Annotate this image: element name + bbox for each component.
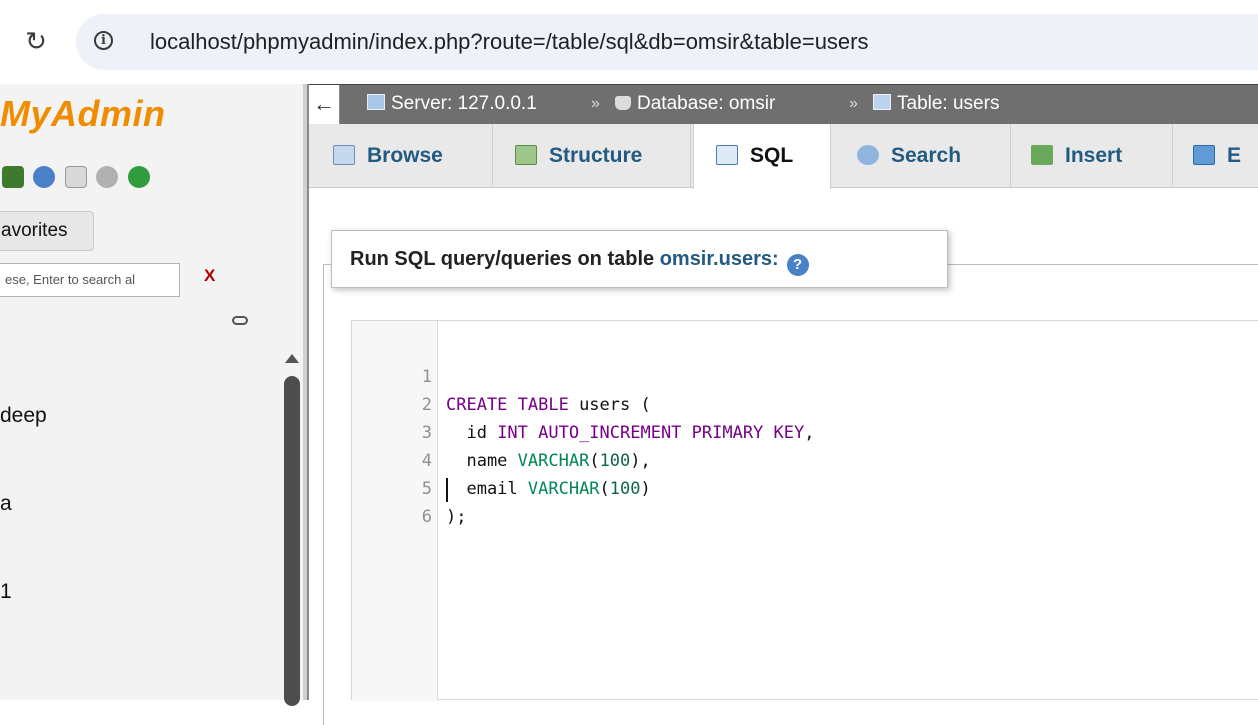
breadcrumb-table-label[interactable]: Table: users [897,93,999,114]
tab-label: SQL [750,144,794,167]
navigation-panel: MyAdmin avorites ese, Enter to search al… [0,84,303,706]
code-line[interactable]: 6 [352,475,1252,527]
breadcrumb-separator: » [849,95,858,112]
tab-label: Structure [549,144,643,167]
nav-icon-bar [2,166,155,190]
table-tabs: Browse Structure SQL Search Insert E [309,124,1258,189]
breadcrumb-server-label[interactable]: Server: 127.0.0.1 [391,93,537,114]
structure-icon [515,145,537,165]
database-item[interactable]: 1 [0,580,12,604]
scroll-up-arrow-icon[interactable] [285,354,299,363]
breadcrumb: ← Server: 127.0.0.1 » Database: omsir » … [309,84,1258,125]
export-icon [1193,145,1215,165]
sql-text: ); [446,507,467,527]
clear-filter-button[interactable]: X [204,266,215,286]
collapse-arrow-icon[interactable]: ← [309,85,340,125]
database-item[interactable]: deep [0,404,47,428]
tab-insert[interactable]: Insert [1011,124,1173,188]
breadcrumb-separator: » [591,95,600,112]
tab-sql[interactable]: SQL [693,124,831,189]
tab-search[interactable]: Search [831,124,1011,188]
tab-label: Insert [1065,144,1123,167]
main-content: ← Server: 127.0.0.1 » Database: omsir » … [309,84,1258,725]
tab-label: Search [891,144,962,167]
sql-icon [716,145,738,165]
tab-browse[interactable]: Browse [313,124,493,188]
code-line[interactable]: 5 ); [352,447,1252,527]
legend-text: Run SQL query/queries on table [350,248,660,270]
code-line[interactable]: 1 CREATE TABLE users ( [352,335,1252,415]
settings-icon[interactable] [96,166,119,188]
browser-toolbar: ↻ i localhost/phpmyadmin/index.php?route… [0,0,1258,84]
tab-export[interactable]: E [1173,124,1258,188]
docs-icon[interactable] [64,166,87,188]
breadcrumb-table[interactable]: Table: users [873,85,999,123]
site-info-icon[interactable]: i [94,31,113,50]
help-icon[interactable] [33,166,56,188]
sql-query-legend: Run SQL query/queries on table omsir.use… [331,230,948,288]
tab-label: E [1227,144,1242,167]
help-icon[interactable]: ? [786,254,809,276]
line-number: 6 [421,507,432,527]
home-icon[interactable] [2,166,24,188]
insert-icon [1031,145,1053,165]
url-text[interactable]: localhost/phpmyadmin/index.php?route=/ta… [150,28,869,56]
sql-editor[interactable]: 1 CREATE TABLE users ( 2 id INT AUTO_INC… [351,320,1258,701]
server-icon [367,94,385,110]
scrollbar-thumb[interactable] [284,376,300,706]
reload-nav-icon[interactable] [127,166,150,188]
breadcrumb-database[interactable]: Database: omsir [615,85,775,123]
search-icon [857,145,879,165]
link-icon[interactable] [232,316,248,325]
breadcrumb-server[interactable]: Server: 127.0.0.1 [367,85,537,123]
database-item[interactable]: a [0,492,12,516]
code-line[interactable]: 4 email VARCHAR(100) [352,419,1252,499]
phpmyadmin-logo[interactable]: MyAdmin [0,93,166,135]
tab-label: Browse [367,144,443,167]
text-cursor [446,478,448,502]
favorites-button[interactable]: avorites [0,211,94,251]
table-icon [873,94,891,110]
tab-structure[interactable]: Structure [493,124,691,188]
code-line[interactable]: 2 id INT AUTO_INCREMENT PRIMARY KEY, [352,363,1252,443]
legend-table-link[interactable]: omsir.users: [660,248,779,270]
breadcrumb-database-label[interactable]: Database: omsir [637,93,775,114]
database-icon [615,96,631,110]
address-bar[interactable]: i localhost/phpmyadmin/index.php?route=/… [76,14,1258,70]
code-line[interactable]: 3 name VARCHAR(100), [352,391,1252,471]
database-filter-input[interactable]: ese, Enter to search al [0,263,180,297]
browse-icon [333,145,355,165]
reload-icon[interactable]: ↻ [22,28,50,56]
